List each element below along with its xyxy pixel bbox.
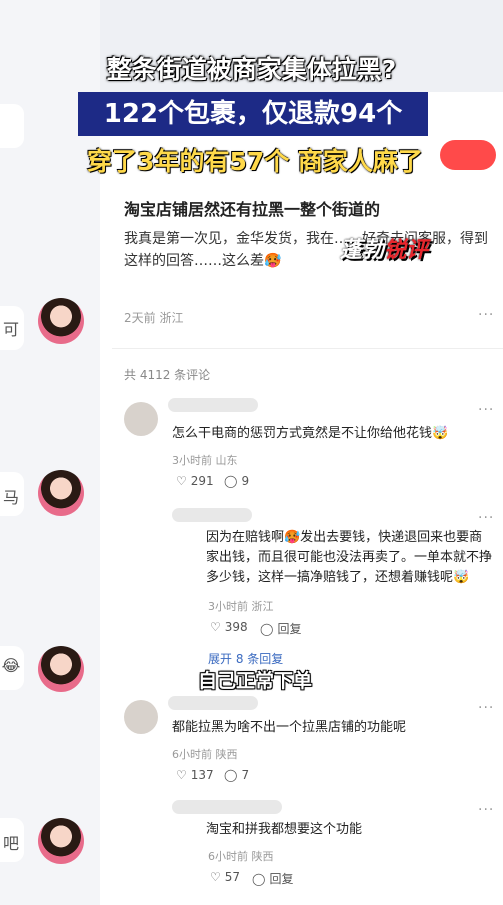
comment-bubble-icon: ◯ xyxy=(252,871,266,886)
like-count: 137 xyxy=(190,768,214,782)
reply-button[interactable]: ◯ 回复 xyxy=(260,620,301,637)
comment-username[interactable] xyxy=(168,398,258,412)
reply-button[interactable]: ◯ 9 xyxy=(224,474,249,488)
like-button[interactable]: ♡ 398 xyxy=(210,620,248,634)
logo-text-2: 锐评 xyxy=(384,238,429,263)
like-button[interactable]: ♡ 57 xyxy=(210,870,240,884)
heart-icon: ♡ xyxy=(176,474,187,488)
left-bubble-text: 吧 xyxy=(2,834,19,853)
reply-label: 回复 xyxy=(277,622,302,636)
reply-label: 回复 xyxy=(269,872,294,886)
logo-text-1: 蓬勃 xyxy=(340,238,385,263)
left-bubble-text: 可 xyxy=(2,320,19,339)
reply-button[interactable]: ◯ 回复 xyxy=(252,870,293,887)
left-bubble-text: 马 xyxy=(2,488,19,507)
reply-count: 7 xyxy=(241,768,250,782)
watermark-logo: 蓬勃锐评 xyxy=(340,232,475,270)
comment-text: 因为在赔钱啊🥵发出去要钱，快递退回来也要商家出钱，而且很可能也没法再卖了。一单本… xyxy=(206,530,493,585)
reply-count: 9 xyxy=(241,474,250,488)
comment-username[interactable] xyxy=(172,800,282,814)
comment-avatar[interactable] xyxy=(124,402,158,436)
divider xyxy=(112,348,503,349)
comment-bubble-icon: ◯ xyxy=(224,474,238,488)
expand-replies-link[interactable]: 展开 8 条回复 xyxy=(208,650,283,667)
headline-line-1: 整条街道被商家集体拉黑? xyxy=(106,55,397,84)
comment-username[interactable] xyxy=(172,508,252,522)
left-bubble-text: 😂 xyxy=(1,656,21,675)
heart-icon: ♡ xyxy=(176,768,187,782)
more-options-icon[interactable]: ··· xyxy=(478,700,494,716)
left-bubble xyxy=(0,104,24,148)
headline-line-2: 122个包裹，仅退款94个 xyxy=(78,92,428,136)
like-count: 398 xyxy=(224,620,248,634)
more-options-icon[interactable]: ··· xyxy=(478,802,494,818)
comment-bubble-icon: ◯ xyxy=(224,768,238,782)
comment-meta: 6小时前 陕西 xyxy=(208,850,274,863)
more-options-icon[interactable]: ··· xyxy=(478,402,494,418)
post-title: 淘宝店铺居然还有拉黑一整个街道的 xyxy=(124,200,381,219)
video-caption: 自己正常下单 xyxy=(197,670,312,692)
comment-count: 共 4112 条评论 xyxy=(124,368,211,382)
headline-line-3: 穿了3年的有57个 商家人麻了 xyxy=(87,147,423,176)
comment-text: 都能拉黑为啥不出一个拉黑店铺的功能呢 xyxy=(172,720,407,735)
like-button[interactable]: ♡ 291 xyxy=(176,474,214,488)
reply-button[interactable]: ◯ 7 xyxy=(224,768,249,782)
heart-icon: ♡ xyxy=(210,870,221,884)
comment-text: 淘宝和拼我都想要这个功能 xyxy=(206,822,363,837)
heart-icon: ♡ xyxy=(210,620,221,634)
comment-meta: 3小时前 山东 xyxy=(172,454,238,467)
comment-avatar[interactable] xyxy=(124,700,158,734)
post-meta: 2天前 浙江 xyxy=(124,311,184,325)
like-button[interactable]: ♡ 137 xyxy=(176,768,214,782)
comment-bubble-icon: ◯ xyxy=(260,621,274,636)
like-count: 291 xyxy=(190,474,214,488)
comment-meta: 3小时前 浙江 xyxy=(208,600,274,613)
more-options-icon[interactable]: ··· xyxy=(478,510,494,526)
comment-text: 怎么干电商的惩罚方式竟然是不让你给他花钱🤯 xyxy=(172,426,449,441)
comment-username[interactable] xyxy=(168,696,258,710)
comment-meta: 6小时前 陕西 xyxy=(172,748,238,761)
avatar xyxy=(38,646,84,692)
like-count: 57 xyxy=(224,870,241,884)
avatar xyxy=(38,470,84,516)
avatar xyxy=(38,818,84,864)
avatar xyxy=(38,298,84,344)
more-options-icon[interactable]: ··· xyxy=(478,307,494,323)
